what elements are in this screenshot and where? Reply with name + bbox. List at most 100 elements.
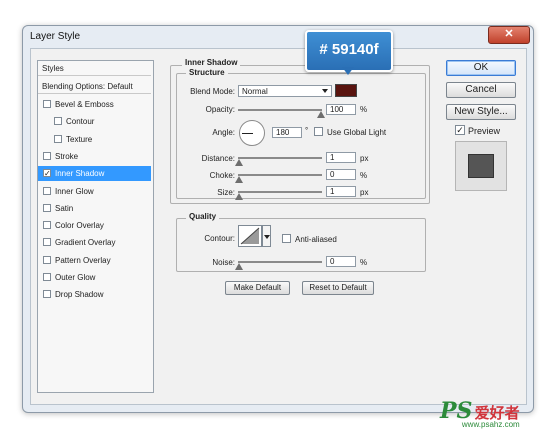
style-checkbox[interactable] <box>54 117 62 126</box>
anti-aliased-label: Anti-aliased <box>295 235 337 244</box>
noise-unit: % <box>360 258 368 267</box>
blending-options-item[interactable]: Blending Options: Default <box>38 79 151 94</box>
opacity-label: Opacity: <box>205 105 235 114</box>
contour-picker[interactable] <box>238 225 262 247</box>
distance-label: Distance: <box>201 154 235 163</box>
style-item-label: Texture <box>66 134 93 144</box>
style-checkbox[interactable] <box>43 151 51 160</box>
angle-dial-needle <box>242 133 253 134</box>
style-item-gradient-overlay[interactable]: Gradient Overlay <box>38 235 151 250</box>
preview-swatch <box>468 154 494 178</box>
style-item-bevel-emboss[interactable]: Bevel & Emboss <box>38 97 151 112</box>
noise-label: Noise: <box>212 258 235 267</box>
contour-label: Contour: <box>204 234 235 243</box>
contour-dropdown-button[interactable] <box>262 225 271 247</box>
callout-pointer <box>342 67 354 75</box>
style-item-label: Drop Shadow <box>55 290 104 300</box>
size-field[interactable]: 1 <box>326 186 356 197</box>
style-checkbox[interactable] <box>43 221 51 230</box>
opacity-unit: % <box>360 105 368 114</box>
distance-slider[interactable] <box>238 157 322 159</box>
new-style-button[interactable]: New Style... <box>446 104 516 120</box>
use-global-light-checkbox[interactable] <box>314 127 323 136</box>
blend-mode-select[interactable]: Normal <box>238 85 332 97</box>
noise-slider-thumb[interactable] <box>235 263 243 270</box>
style-item-stroke[interactable]: Stroke <box>38 149 151 164</box>
use-global-light-label: Use Global Light <box>327 128 387 137</box>
size-slider[interactable] <box>238 191 322 193</box>
cancel-button[interactable]: Cancel <box>446 82 516 98</box>
blend-mode-value: Normal <box>242 87 268 96</box>
close-button[interactable]: ✕ <box>488 26 530 44</box>
shadow-color-swatch[interactable] <box>335 84 357 97</box>
style-checkbox[interactable] <box>43 290 51 299</box>
choke-unit: % <box>360 171 368 180</box>
style-item-satin[interactable]: Satin <box>38 201 151 216</box>
anti-aliased-checkbox[interactable] <box>282 234 291 243</box>
reset-to-default-button[interactable]: Reset to Default <box>302 281 374 295</box>
style-checkbox[interactable] <box>43 273 51 281</box>
choke-slider-thumb[interactable] <box>235 176 243 183</box>
opacity-slider-thumb[interactable] <box>317 111 325 118</box>
angle-dial[interactable] <box>239 120 265 146</box>
angle-field[interactable]: 180 <box>272 127 302 138</box>
style-item-pattern-overlay[interactable]: Pattern Overlay <box>38 253 151 268</box>
size-label: Size: <box>217 188 235 197</box>
style-checkbox[interactable] <box>54 134 62 143</box>
style-item-inner-shadow[interactable]: ✓ Inner Shadow <box>38 166 151 182</box>
style-checkbox[interactable] <box>43 203 51 212</box>
style-item-label: Gradient Overlay <box>55 238 116 248</box>
distance-slider-thumb[interactable] <box>235 159 243 166</box>
chevron-down-icon <box>264 235 270 239</box>
styles-header[interactable]: Styles <box>38 61 151 76</box>
choke-field[interactable]: 0 <box>326 169 356 180</box>
size-unit: px <box>360 188 369 197</box>
chevron-down-icon <box>322 89 328 93</box>
preview-label: Preview <box>468 126 501 136</box>
ok-button[interactable]: OK <box>446 60 516 76</box>
distance-field[interactable]: 1 <box>326 152 356 163</box>
distance-unit: px <box>360 154 369 163</box>
close-icon: ✕ <box>504 28 514 40</box>
style-item-label: Bevel & Emboss <box>55 100 114 109</box>
contour-curve-icon <box>240 227 260 245</box>
style-checkbox[interactable] <box>43 100 51 108</box>
preview-thumbnail <box>455 141 507 191</box>
style-item-drop-shadow[interactable]: Drop Shadow <box>38 287 151 302</box>
choke-slider[interactable] <box>238 174 322 176</box>
style-item-color-overlay[interactable]: Color Overlay <box>38 218 151 233</box>
style-item-label: Inner Shadow <box>55 169 105 179</box>
noise-slider[interactable] <box>238 261 322 263</box>
inner-shadow-title: Inner Shadow <box>182 58 241 67</box>
style-checkbox[interactable] <box>43 186 51 195</box>
size-slider-thumb[interactable] <box>235 193 243 200</box>
style-checkbox[interactable]: ✓ <box>43 169 51 178</box>
style-item-contour[interactable]: Contour <box>38 114 151 129</box>
structure-title: Structure <box>186 68 228 77</box>
style-checkbox[interactable] <box>43 255 51 264</box>
color-hex-callout: # 59140f <box>305 30 393 72</box>
choke-label: Choke: <box>209 171 235 180</box>
quality-title: Quality <box>186 212 220 221</box>
window-title: Layer Style <box>30 31 81 42</box>
make-default-button[interactable]: Make Default <box>225 281 290 295</box>
angle-unit: ° <box>305 126 309 135</box>
angle-label: Angle: <box>212 128 235 137</box>
checkmark-icon: ✓ <box>456 125 464 135</box>
style-item-inner-glow[interactable]: Inner Glow <box>38 184 151 199</box>
style-item-label: Outer Glow <box>55 273 96 282</box>
style-checkbox[interactable] <box>43 238 51 247</box>
watermark: PS 爱好者 www.psahz.com <box>440 398 520 429</box>
style-item-label: Contour <box>66 117 95 127</box>
color-hex-text: # 59140f <box>319 41 379 58</box>
style-item-label: Pattern Overlay <box>55 255 111 265</box>
style-item-label: Stroke <box>55 151 79 161</box>
style-item-outer-glow[interactable]: Outer Glow <box>38 270 151 285</box>
blend-mode-label: Blend Mode: <box>190 87 235 96</box>
opacity-slider[interactable] <box>238 109 322 111</box>
opacity-field[interactable]: 100 <box>326 104 356 115</box>
style-item-texture[interactable]: Texture <box>38 132 151 147</box>
preview-checkbox[interactable]: ✓ <box>455 125 465 135</box>
style-item-label: Satin <box>55 203 74 213</box>
noise-field[interactable]: 0 <box>326 256 356 267</box>
